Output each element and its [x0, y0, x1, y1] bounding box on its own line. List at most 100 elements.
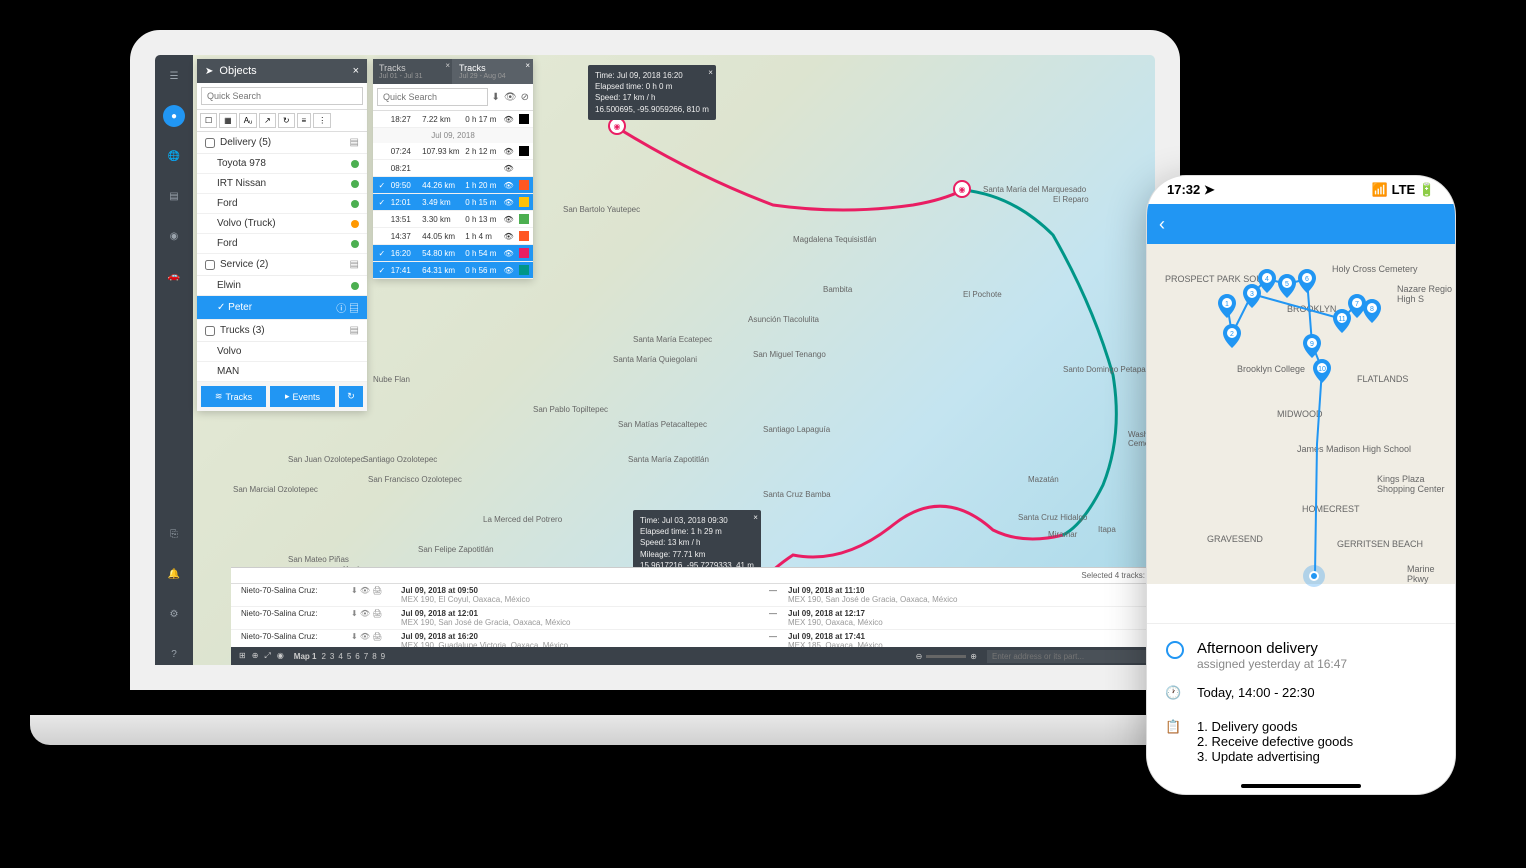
back-icon[interactable]: ‹: [1159, 214, 1165, 235]
map-place-label: San Marcial Ozolotepec: [233, 485, 318, 494]
phone-map[interactable]: PROSPECT PARK SOUTHHoly Cross CemeteryNa…: [1147, 244, 1455, 584]
tb-btn[interactable]: ☐: [200, 113, 217, 128]
map-page[interactable]: 9: [381, 652, 385, 661]
object-item[interactable]: Ford: [197, 234, 367, 254]
log-row[interactable]: Nieto-70-Salina Cruz:⬇ 👁 🖨Jul 09, 2018 a…: [231, 584, 1155, 607]
eye-icon[interactable]: 👁: [504, 92, 517, 103]
close-icon[interactable]: ×: [753, 512, 758, 523]
events-button[interactable]: ▸ Events: [270, 386, 335, 407]
nav-help-icon[interactable]: ?: [163, 643, 185, 665]
tb-btn[interactable]: ≡: [297, 113, 312, 128]
map-place-label: San Francisco Ozolotepec: [368, 475, 462, 484]
nav-car-icon[interactable]: 🚗: [163, 265, 185, 287]
track-row[interactable]: 14:3744.05 km1 h 4 m👁: [373, 228, 533, 245]
nav-location-icon[interactable]: ●: [163, 105, 185, 127]
history-button[interactable]: ↻: [339, 386, 363, 407]
task-time: Today, 14:00 - 22:30: [1197, 685, 1315, 700]
object-item[interactable]: Elwin: [197, 276, 367, 296]
map-page[interactable]: 8: [372, 652, 376, 661]
map-place-label: San Bartolo Yautepec: [563, 205, 640, 214]
objects-panel-header: ➤ Objects ×: [197, 59, 367, 83]
nav-arrow-icon: ➤: [205, 66, 213, 77]
tb-btn[interactable]: ▦: [219, 113, 237, 128]
nav-globe-icon[interactable]: 🌐: [163, 145, 185, 167]
track-row[interactable]: ✓12:013.49 km0 h 15 m👁: [373, 194, 533, 211]
nav-poi-icon[interactable]: ◉: [163, 225, 185, 247]
svg-text:11: 11: [1338, 316, 1345, 323]
address-input[interactable]: [987, 650, 1147, 663]
track-row[interactable]: 13:513.30 km0 h 13 m👁: [373, 211, 533, 228]
phone-map-pin[interactable]: 4: [1257, 269, 1277, 293]
phone-map-pin[interactable]: 6: [1297, 269, 1317, 293]
object-item[interactable]: Volvo: [197, 342, 367, 362]
phone-map-pin[interactable]: 2: [1222, 324, 1242, 348]
tracks-button[interactable]: ≋ Tracks: [201, 386, 266, 407]
object-item[interactable]: Volvo (Truck): [197, 214, 367, 234]
track-row[interactable]: 07:24107.93 km2 h 12 m👁: [373, 143, 533, 160]
tracks-search-input[interactable]: [377, 88, 488, 106]
map-area[interactable]: San José LajarciaSanta María del Marques…: [193, 55, 1155, 665]
objects-title: Objects: [219, 65, 256, 77]
track-row[interactable]: 18:277.22 km0 h 17 m👁: [373, 111, 533, 128]
map-page[interactable]: 6: [355, 652, 359, 661]
nav-settings-icon[interactable]: ⚙: [163, 603, 185, 625]
home-indicator[interactable]: [1241, 784, 1361, 788]
log-row[interactable]: Nieto-70-Salina Cruz:⬇ 👁 🖨Jul 09, 2018 a…: [231, 607, 1155, 630]
menu-icon[interactable]: ☰: [163, 65, 185, 87]
close-icon[interactable]: ×: [353, 65, 359, 77]
svg-text:1: 1: [1225, 301, 1229, 308]
phone-mockup: 17:32 ➤ 📶 LTE 🔋 ‹ PROSPECT PARK SOUTHHol…: [1146, 175, 1456, 795]
object-item[interactable]: IRT Nissan: [197, 174, 367, 194]
download-icon[interactable]: ⬇: [492, 92, 500, 103]
object-item[interactable]: MAN: [197, 362, 367, 382]
object-item[interactable]: ✓ Peter ⓘ ▤: [197, 296, 367, 320]
object-group[interactable]: Delivery (5) ▤: [197, 132, 367, 154]
map-page[interactable]: 2: [321, 652, 325, 661]
nav-exit-icon[interactable]: ⎘: [163, 523, 185, 545]
zoom-out-icon[interactable]: ⊖: [916, 652, 923, 661]
nav-bell-icon[interactable]: 🔔: [163, 563, 185, 585]
bar-icon[interactable]: ⤢: [264, 651, 270, 661]
bar-icon[interactable]: ⊕: [252, 651, 259, 661]
map-place-label: San Matías Petacaltepec: [618, 420, 707, 429]
track-row[interactable]: 08:21👁: [373, 160, 533, 177]
track-date-header: Jul 09, 2018: [373, 128, 533, 143]
map-page[interactable]: 3: [330, 652, 334, 661]
hide-icon[interactable]: ⊘: [521, 92, 529, 103]
tracks-tab[interactable]: TracksJul 29 - Aug 04×: [453, 59, 533, 84]
phone-map-pin[interactable]: 10: [1312, 359, 1332, 383]
object-group[interactable]: Trucks (3) ▤: [197, 320, 367, 342]
zoom-in-icon[interactable]: ⊕: [970, 652, 977, 661]
tb-btn[interactable]: ↻: [278, 113, 295, 128]
tracks-tab[interactable]: TracksJul 01 - Jul 31×: [373, 59, 453, 84]
map-page[interactable]: 7: [364, 652, 368, 661]
log-row[interactable]: Nieto-70-Salina Cruz:⬇ 👁 🖨Jul 09, 2018 a…: [231, 630, 1155, 647]
track-row[interactable]: ✓16:2054.80 km0 h 54 m👁: [373, 245, 533, 262]
object-item[interactable]: Ford: [197, 194, 367, 214]
bar-icon[interactable]: ⊞: [239, 651, 246, 661]
close-icon[interactable]: ×: [708, 67, 713, 78]
nav-chart-icon[interactable]: ▤: [163, 185, 185, 207]
objects-search-input[interactable]: [201, 87, 363, 105]
track-row[interactable]: ✓17:4164.31 km0 h 56 m👁: [373, 262, 533, 279]
tb-btn[interactable]: Aᵤ: [239, 113, 257, 128]
tb-btn[interactable]: ↗: [259, 113, 276, 128]
objects-toolbar: ☐ ▦ Aᵤ ↗ ↻ ≡ ⋮: [197, 110, 367, 132]
map-page[interactable]: 5: [347, 652, 351, 661]
phone-map-pin[interactable]: 11: [1332, 309, 1352, 333]
map-marker[interactable]: ◉: [953, 180, 971, 198]
map-place-label: Itapa: [1098, 525, 1116, 534]
object-item[interactable]: Toyota 978: [197, 154, 367, 174]
tb-btn[interactable]: ⋮: [313, 113, 331, 128]
task-step: 2. Receive defective goods: [1197, 734, 1353, 749]
phone-map-pin[interactable]: 9: [1302, 334, 1322, 358]
track-row[interactable]: ✓09:5044.26 km1 h 20 m👁: [373, 177, 533, 194]
objects-panel: ➤ Objects × ☐ ▦ Aᵤ ↗ ↻ ≡ ⋮: [197, 59, 367, 411]
bar-icon[interactable]: ◉: [277, 651, 284, 661]
phone-map-pin[interactable]: 8: [1362, 299, 1382, 323]
map-page[interactable]: 4: [338, 652, 342, 661]
object-group[interactable]: Service (2) ▤: [197, 254, 367, 276]
phone-map-pin[interactable]: 5: [1277, 274, 1297, 298]
bottom-log: Selected 4 tracks: Nieto-70-Salina Cruz:…: [231, 567, 1155, 647]
phone-map-pin[interactable]: 1: [1217, 294, 1237, 318]
